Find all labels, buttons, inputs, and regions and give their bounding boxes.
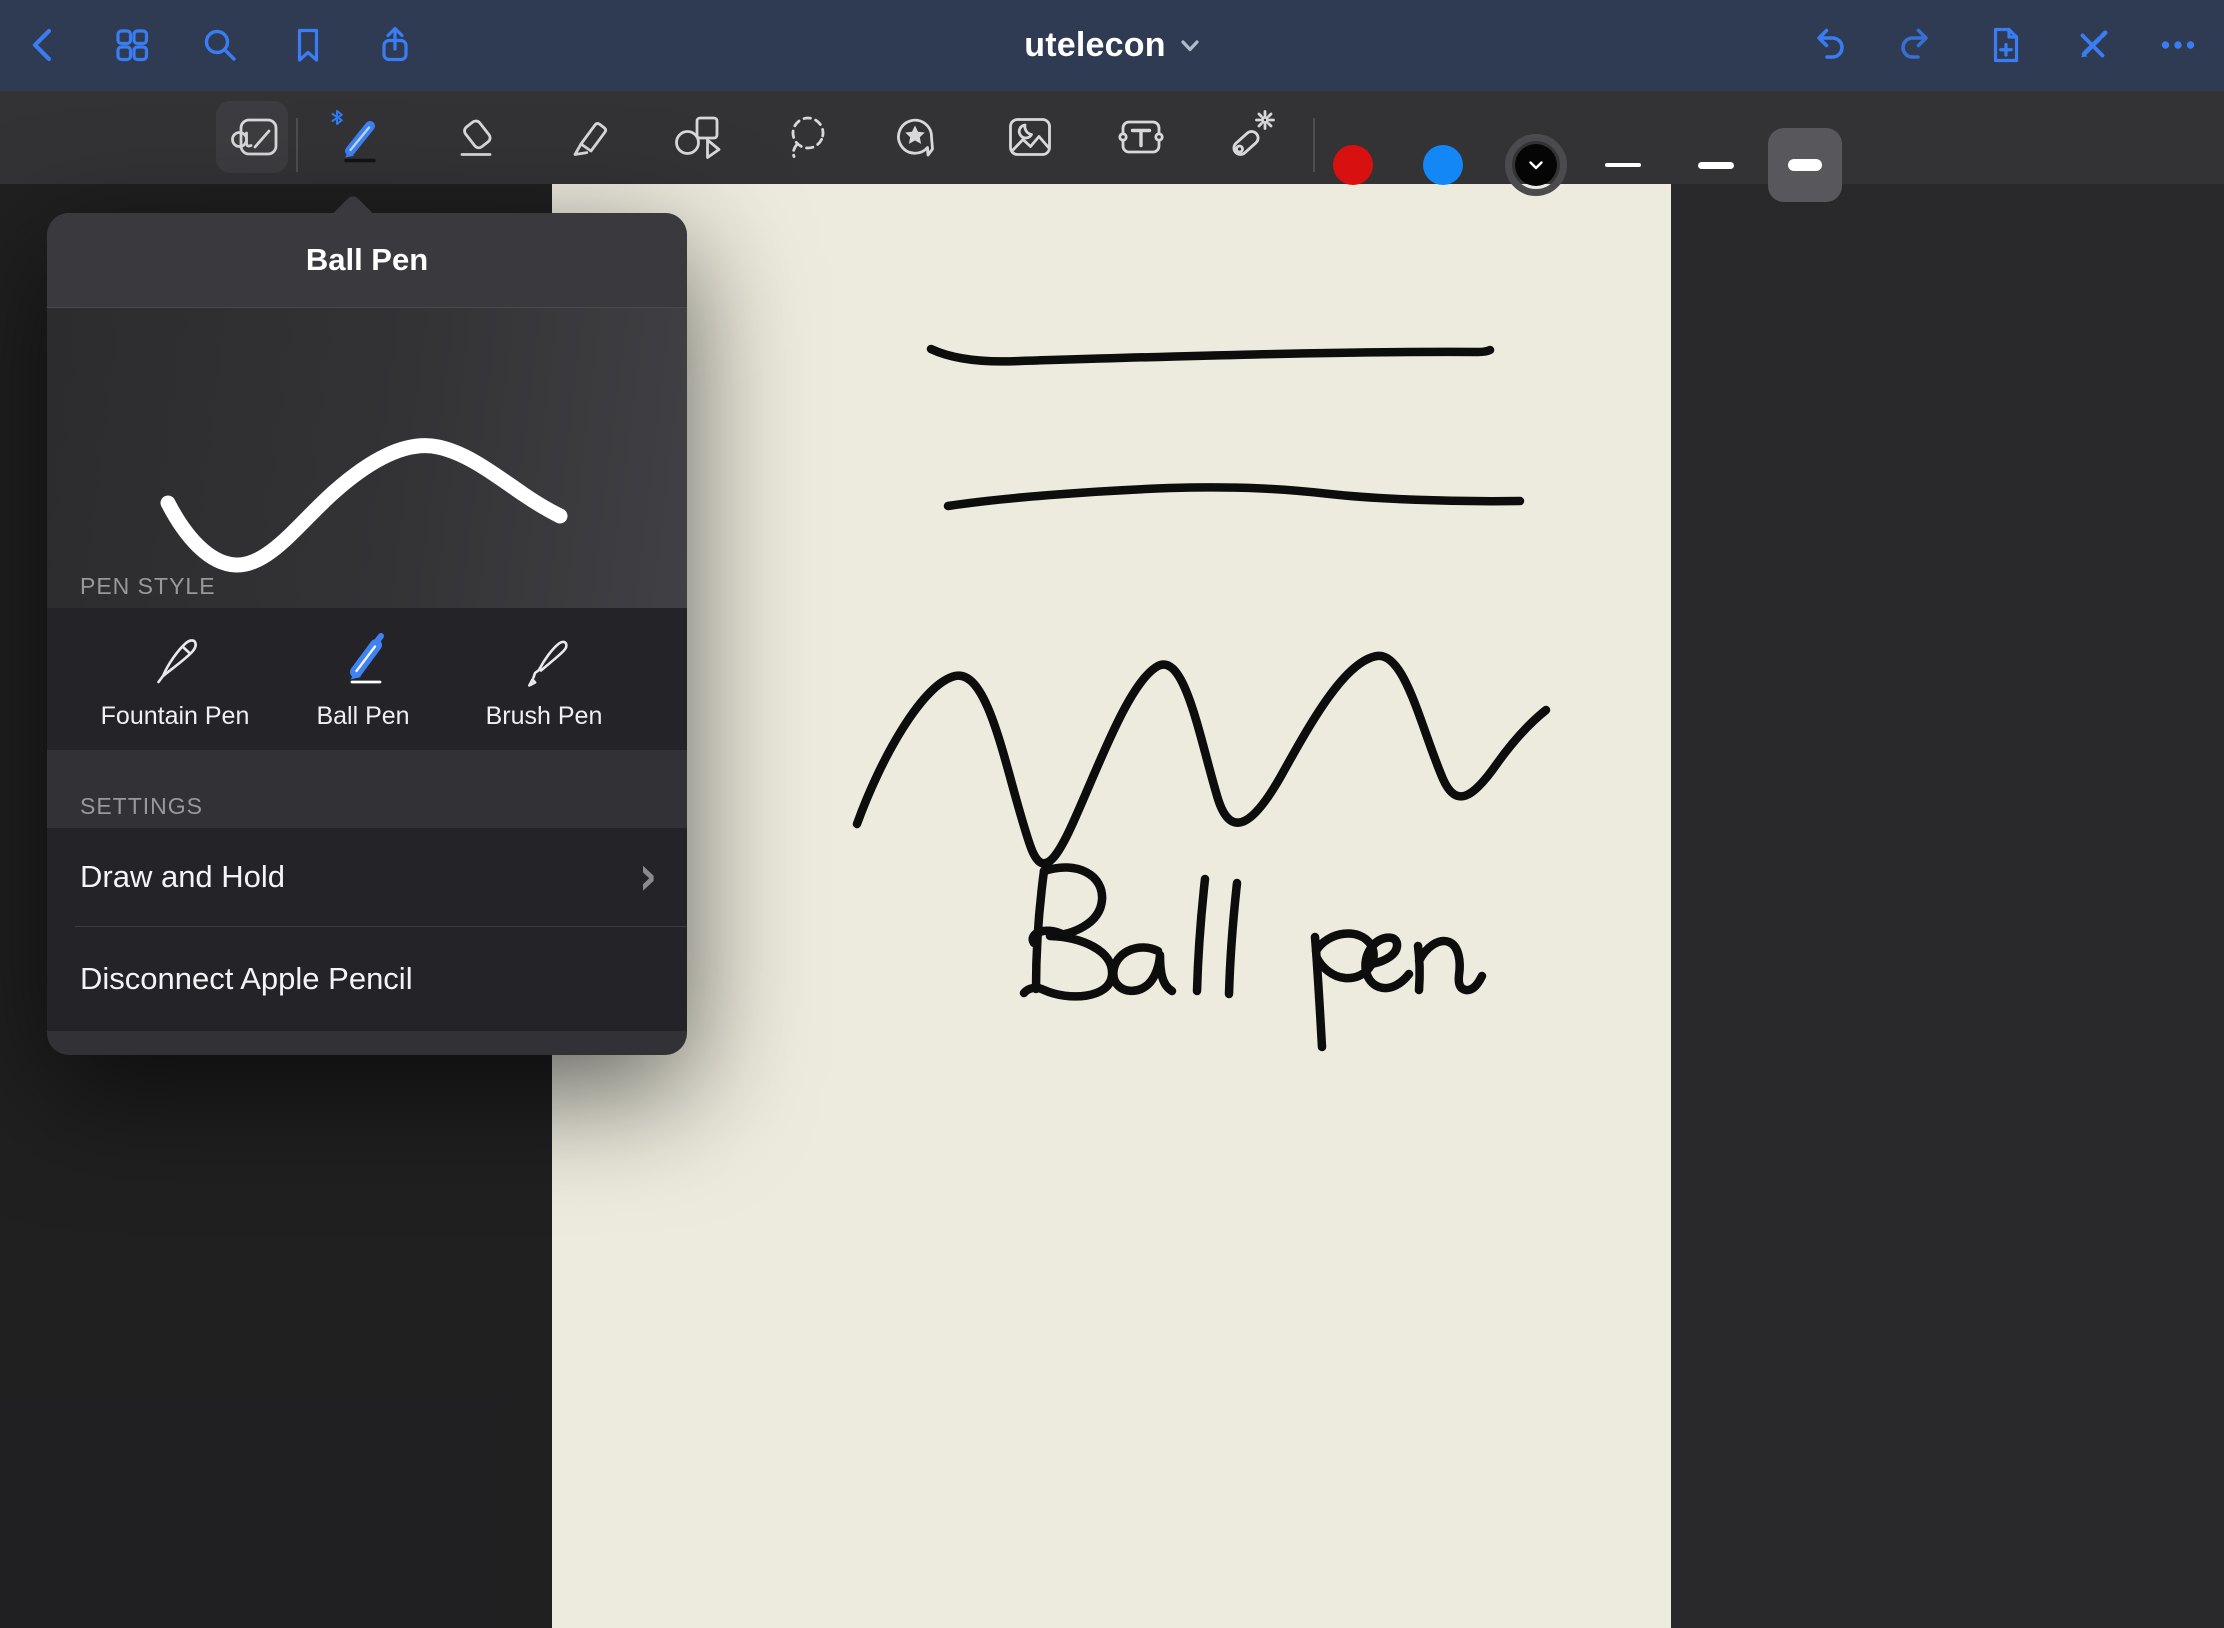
black-swatch	[1515, 144, 1557, 186]
add-page-icon	[1983, 23, 2027, 67]
medium-stroke-bar	[1698, 162, 1734, 169]
handwritten-ball-pen	[1024, 867, 1482, 1047]
eraser-tool-button[interactable]	[447, 109, 503, 165]
disconnect-apple-pencil-row[interactable]: Disconnect Apple Pencil	[47, 927, 687, 1031]
stroke-preview-panel: PEN STYLE	[47, 308, 687, 608]
shapes-icon	[666, 109, 722, 165]
disconnect-apple-pencil-label: Disconnect Apple Pencil	[80, 961, 413, 997]
thick-stroke-bar	[1788, 159, 1822, 171]
redo-button[interactable]	[1895, 23, 1939, 67]
pen-style-options: Fountain Pen Ball Pen Brush Pen	[47, 608, 687, 750]
highlighter-tool-button[interactable]	[558, 109, 614, 165]
shapes-tool-button[interactable]	[666, 109, 722, 165]
color-swatch-red[interactable]	[1333, 145, 1373, 185]
pen-style-section-label: PEN STYLE	[80, 573, 216, 600]
pen-cross-icon	[2070, 23, 2114, 67]
note-canvas[interactable]	[552, 184, 1671, 1628]
settings-list: Draw and Hold › Disconnect Apple Pencil	[47, 828, 687, 1031]
pen-tool-button[interactable]	[329, 109, 385, 165]
pen-option-label: Ball Pen	[316, 702, 409, 731]
sticker-tool-button[interactable]	[887, 109, 943, 165]
image-tool-button[interactable]	[998, 109, 1054, 165]
pen-option-brush[interactable]: Brush Pen	[449, 608, 639, 750]
settings-section-label: SETTINGS	[80, 793, 203, 820]
undo-button[interactable]	[1806, 23, 1850, 67]
pen-settings-popover: Ball Pen PEN STYLE Fountain Pen	[47, 213, 687, 1055]
image-icon	[998, 109, 1054, 165]
stroke-width-medium[interactable]	[1679, 128, 1753, 202]
title-chevron-down-icon[interactable]	[1180, 39, 1200, 53]
sticker-icon	[887, 109, 943, 165]
tool-bar	[0, 91, 2224, 184]
goodnotes-screen: utelecon	[0, 0, 2224, 1628]
bluetooth-icon	[333, 111, 342, 124]
undo-icon	[1806, 23, 1850, 67]
ink-strokes	[552, 184, 1671, 1628]
drawn-wave	[857, 656, 1546, 864]
fountain-pen-icon	[143, 616, 207, 700]
toolbar-divider	[296, 118, 298, 172]
popover-header: Ball Pen	[47, 213, 687, 308]
pen-icon	[329, 109, 385, 165]
color-swatch-blue[interactable]	[1423, 145, 1463, 185]
handwriting-tool-button[interactable]	[224, 109, 280, 165]
ellipsis-icon	[2156, 23, 2200, 67]
redo-icon	[1895, 23, 1939, 67]
settings-section-header: SETTINGS	[47, 750, 687, 828]
lasso-icon	[779, 109, 835, 165]
drawn-line-2	[948, 487, 1520, 506]
color-swatch-black-selected[interactable]	[1505, 134, 1567, 196]
stroke-width-thin[interactable]	[1586, 128, 1660, 202]
pen-option-label: Fountain Pen	[101, 702, 250, 731]
more-button[interactable]	[2156, 23, 2200, 67]
add-page-button[interactable]	[1983, 23, 2027, 67]
document-title-wrap: utelecon	[0, 0, 2224, 91]
stroke-preview-wave	[47, 308, 687, 608]
pen-option-fountain[interactable]: Fountain Pen	[80, 608, 270, 750]
handwriting-icon	[224, 109, 280, 165]
pen-option-ball-selected[interactable]: Ball Pen	[268, 608, 458, 750]
highlighter-icon	[558, 109, 614, 165]
thin-stroke-bar	[1605, 163, 1641, 167]
text-tool-button[interactable]	[1109, 109, 1165, 165]
pen-option-label: Brush Pen	[486, 702, 603, 731]
text-icon	[1109, 109, 1165, 165]
document-title[interactable]: utelecon	[1024, 26, 1165, 65]
top-navigation-bar: utelecon	[0, 0, 2224, 91]
brush-pen-icon	[512, 616, 576, 700]
draw-and-hold-row[interactable]: Draw and Hold ›	[47, 828, 687, 926]
chevron-down-icon	[1528, 160, 1544, 171]
ball-pen-icon	[331, 616, 395, 700]
stroke-width-thick-selected[interactable]	[1768, 128, 1842, 202]
drawn-line-1	[931, 349, 1490, 361]
draw-and-hold-label: Draw and Hold	[80, 859, 285, 895]
toolbar-divider	[1313, 118, 1315, 172]
popover-title: Ball Pen	[306, 242, 428, 278]
eraser-icon	[447, 109, 503, 165]
disable-pen-button[interactable]	[2070, 23, 2114, 67]
popover-footer	[47, 1031, 687, 1055]
lasso-tool-button[interactable]	[779, 109, 835, 165]
laser-pointer-icon	[1220, 109, 1276, 165]
laser-tool-button[interactable]	[1220, 109, 1276, 165]
popover-content: Ball Pen PEN STYLE Fountain Pen	[47, 213, 687, 1055]
